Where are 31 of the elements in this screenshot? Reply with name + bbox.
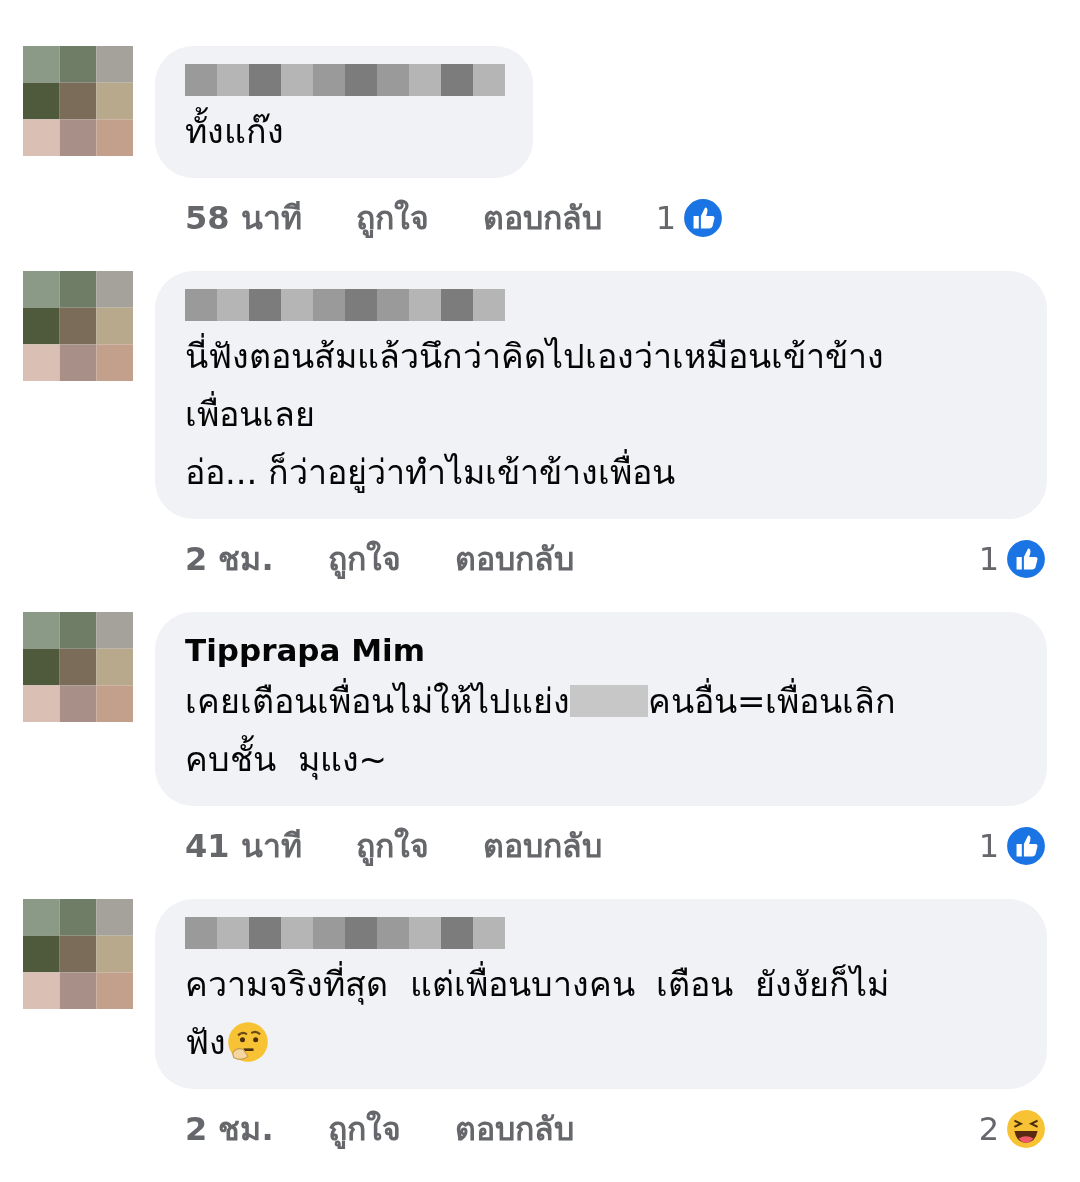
comment-time[interactable]: 41 นาที	[185, 820, 302, 871]
comment-text: เพื่อนเลย	[185, 385, 315, 443]
reply-link[interactable]: ตอบกลับ	[454, 533, 574, 584]
comment-text: คนอื่น=เพื่อนเลิก	[648, 672, 897, 730]
comment-text: คบชั้น มุแง~	[185, 730, 388, 788]
author-name[interactable]: Tipprapa Mim	[185, 628, 1019, 672]
reaction-count[interactable]: 1	[655, 198, 677, 237]
like-link[interactable]: ถูกใจ	[355, 192, 429, 243]
comment-text: อ่อ... ก็ว่าอยู่ว่าทำไมเข้าข้างเพื่อน	[185, 443, 676, 501]
reaction-count[interactable]: 1	[978, 539, 999, 578]
like-link[interactable]: ถูกใจ	[327, 1103, 401, 1154]
like-link[interactable]: ถูกใจ	[327, 533, 401, 584]
comment-time[interactable]: 2 ชม.	[185, 533, 274, 584]
thinking-face-icon	[226, 1020, 270, 1064]
like-icon	[1005, 537, 1047, 580]
comment-time[interactable]: 2 ชม.	[185, 1103, 274, 1154]
reaction-count[interactable]: 1	[978, 826, 999, 865]
comment-time[interactable]: 58 นาที	[185, 192, 302, 243]
like-link[interactable]: ถูกใจ	[355, 820, 429, 871]
reply-link[interactable]: ตอบกลับ	[482, 820, 602, 871]
like-icon	[1005, 824, 1047, 867]
comment-text: ทั้งแก๊ง	[185, 102, 284, 160]
reply-link[interactable]: ตอบกลับ	[454, 1103, 574, 1154]
reaction-count[interactable]: 2	[978, 1109, 999, 1148]
comment-text: นี่ฟังตอนส้มแล้วนึกว่าคิดไปเองว่าเหมือนเข้าข้าง	[185, 327, 884, 385]
reply-link[interactable]: ตอบกลับ	[482, 192, 602, 243]
laughing-face-icon	[1005, 1107, 1047, 1150]
comment-text: เคยเตือนเพื่อนไม่ให้ไปแย่ง	[185, 672, 570, 730]
comment-text: ฟัง	[185, 1021, 226, 1064]
comment-text: ความจริงที่สุด แต่เพื่อนบางคน เตือน ยังงัยก็ไม่	[185, 955, 889, 1013]
like-icon	[682, 196, 725, 239]
